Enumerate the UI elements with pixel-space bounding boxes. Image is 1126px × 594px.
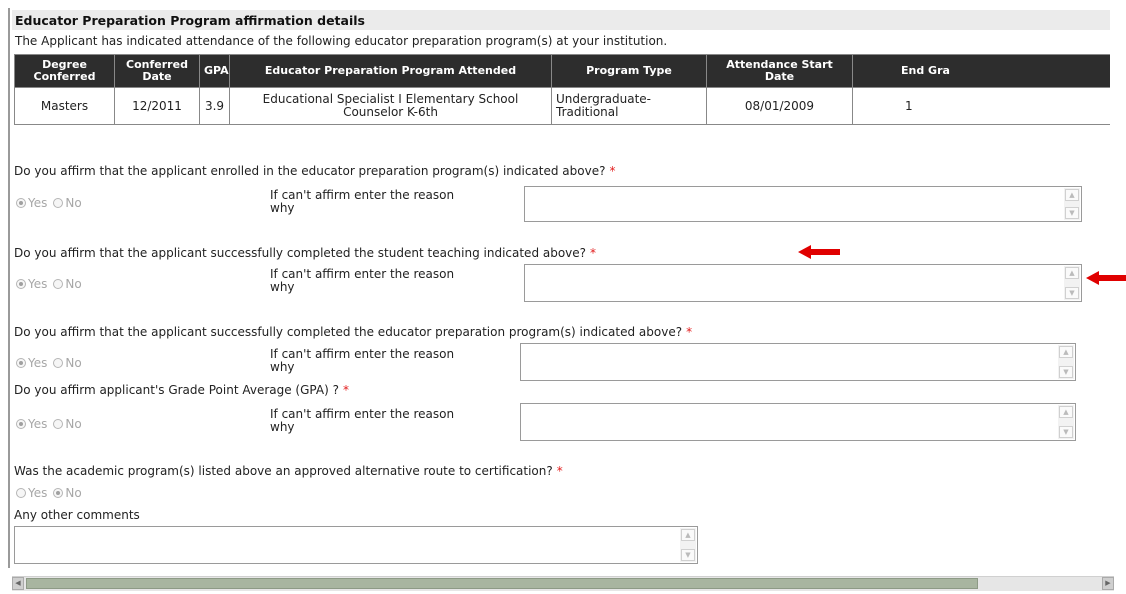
- program-table-wrapper: Degree Conferred Conferred Date GPA Educ…: [14, 54, 1110, 136]
- cell-end-grad: 1: [852, 87, 1110, 125]
- radio-no-label: No: [65, 196, 82, 210]
- question-text: Do you affirm that the applicant success…: [14, 325, 683, 339]
- scroll-down-icon[interactable]: ▼: [1059, 426, 1073, 438]
- cell-gpa: 3.9: [199, 87, 230, 125]
- radio-no[interactable]: [53, 279, 64, 289]
- scroll-left-icon[interactable]: ◀: [12, 577, 24, 590]
- question-text: Do you affirm applicant's Grade Point Av…: [14, 383, 339, 397]
- radio-no-label: No: [65, 277, 82, 291]
- radio-yes-label: Yes: [28, 196, 48, 210]
- required-mark: *: [609, 164, 616, 178]
- reason-textarea-gpa[interactable]: ▲ ▼: [520, 403, 1076, 441]
- program-table: Degree Conferred Conferred Date GPA Educ…: [14, 54, 1110, 125]
- reason-label: If can't affirm enter the reason why: [270, 267, 455, 294]
- scroll-up-icon[interactable]: ▲: [1059, 346, 1073, 358]
- question-program-completed: Do you affirm that the applicant success…: [14, 325, 692, 339]
- table-row: Masters 12/2011 3.9 Educational Speciali…: [14, 87, 1110, 125]
- section-subtitle: The Applicant has indicated attendance o…: [15, 34, 668, 48]
- textarea-scrollbar[interactable]: ▲ ▼: [1058, 345, 1074, 379]
- cell-degree: Masters: [14, 87, 115, 125]
- col-conferred-date: Conferred Date: [114, 54, 200, 88]
- textarea-scrollbar[interactable]: ▲ ▼: [1064, 266, 1080, 300]
- required-mark: *: [590, 246, 597, 260]
- reason-label: If can't affirm enter the reason why: [270, 407, 455, 434]
- radio-no-label: No: [65, 356, 82, 370]
- col-gpa: GPA: [199, 54, 230, 88]
- table-header-row: Degree Conferred Conferred Date GPA Educ…: [14, 54, 1110, 88]
- required-mark: *: [556, 464, 563, 478]
- red-arrow-icon: [798, 245, 840, 259]
- reason-textarea-program-completed[interactable]: ▲ ▼: [520, 343, 1076, 381]
- scrollbar-thumb[interactable]: [26, 578, 978, 589]
- scroll-down-icon[interactable]: ▼: [1065, 287, 1079, 299]
- col-attendance-start: Attendance Start Date: [706, 54, 853, 88]
- cell-program: Educational Specialist I Elementary Scho…: [229, 87, 552, 125]
- question-alternative-route: Was the academic program(s) listed above…: [14, 464, 563, 478]
- radio-group-program-completed: Yes No: [16, 356, 86, 370]
- scroll-up-icon[interactable]: ▲: [1059, 406, 1073, 418]
- radio-no[interactable]: [53, 419, 64, 429]
- question-text: Do you affirm that the applicant success…: [14, 246, 587, 260]
- col-program-attended: Educator Preparation Program Attended: [229, 54, 552, 88]
- radio-yes[interactable]: [16, 358, 26, 368]
- textarea-scrollbar[interactable]: ▲ ▼: [680, 528, 696, 562]
- reason-textarea-student-teaching[interactable]: ▲ ▼: [524, 264, 1082, 302]
- radio-yes-label: Yes: [28, 277, 48, 291]
- cell-conferred-date: 12/2011: [114, 87, 200, 125]
- radio-yes[interactable]: [16, 279, 26, 289]
- question-text: Do you affirm that the applicant enrolle…: [14, 164, 606, 178]
- required-mark: *: [342, 383, 349, 397]
- radio-group-alternative-route: Yes No: [16, 486, 86, 500]
- scroll-up-icon[interactable]: ▲: [1065, 189, 1079, 201]
- scroll-up-icon[interactable]: ▲: [1065, 267, 1079, 279]
- cell-program-type: Undergraduate-Traditional: [551, 87, 707, 125]
- scroll-right-icon[interactable]: ▶: [1102, 577, 1114, 590]
- horizontal-scrollbar[interactable]: ◀ ▶: [12, 576, 1114, 591]
- radio-yes[interactable]: [16, 198, 26, 208]
- radio-group-gpa: Yes No: [16, 417, 86, 431]
- col-end-grad: End Gra: [852, 54, 1110, 88]
- radio-no[interactable]: [53, 198, 64, 208]
- question-text: Was the academic program(s) listed above…: [14, 464, 553, 478]
- scroll-up-icon[interactable]: ▲: [681, 529, 695, 541]
- textarea-scrollbar[interactable]: ▲ ▼: [1064, 188, 1080, 220]
- col-program-type: Program Type: [551, 54, 707, 88]
- col-degree-conferred: Degree Conferred: [14, 54, 115, 88]
- radio-yes-label: Yes: [28, 417, 48, 431]
- radio-yes-label: Yes: [28, 486, 48, 500]
- reason-label: If can't affirm enter the reason why: [270, 347, 455, 374]
- radio-yes-label: Yes: [28, 356, 48, 370]
- comments-label: Any other comments: [14, 508, 140, 522]
- radio-no-label: No: [65, 417, 82, 431]
- radio-no[interactable]: [53, 488, 64, 498]
- question-gpa: Do you affirm applicant's Grade Point Av…: [14, 383, 349, 397]
- required-mark: *: [686, 325, 693, 339]
- reason-label: If can't affirm enter the reason why: [270, 188, 455, 215]
- comments-textarea[interactable]: ▲ ▼: [14, 526, 698, 564]
- textarea-scrollbar[interactable]: ▲ ▼: [1058, 405, 1074, 439]
- radio-no[interactable]: [53, 358, 64, 368]
- radio-no-label: No: [65, 486, 82, 500]
- reason-textarea-enrolled[interactable]: ▲ ▼: [524, 186, 1082, 222]
- question-student-teaching: Do you affirm that the applicant success…: [14, 246, 596, 260]
- scroll-down-icon[interactable]: ▼: [681, 549, 695, 561]
- red-arrow-icon: [1086, 271, 1126, 285]
- scroll-down-icon[interactable]: ▼: [1059, 366, 1073, 378]
- radio-group-student-teaching: Yes No: [16, 277, 86, 291]
- scroll-down-icon[interactable]: ▼: [1065, 207, 1079, 219]
- cell-start-date: 08/01/2009: [706, 87, 853, 125]
- radio-yes[interactable]: [16, 419, 26, 429]
- radio-yes[interactable]: [16, 488, 26, 498]
- section-title: Educator Preparation Program affirmation…: [15, 13, 365, 28]
- question-enrolled: Do you affirm that the applicant enrolle…: [14, 164, 615, 178]
- left-border: [8, 8, 10, 568]
- radio-group-enrolled: Yes No: [16, 196, 86, 210]
